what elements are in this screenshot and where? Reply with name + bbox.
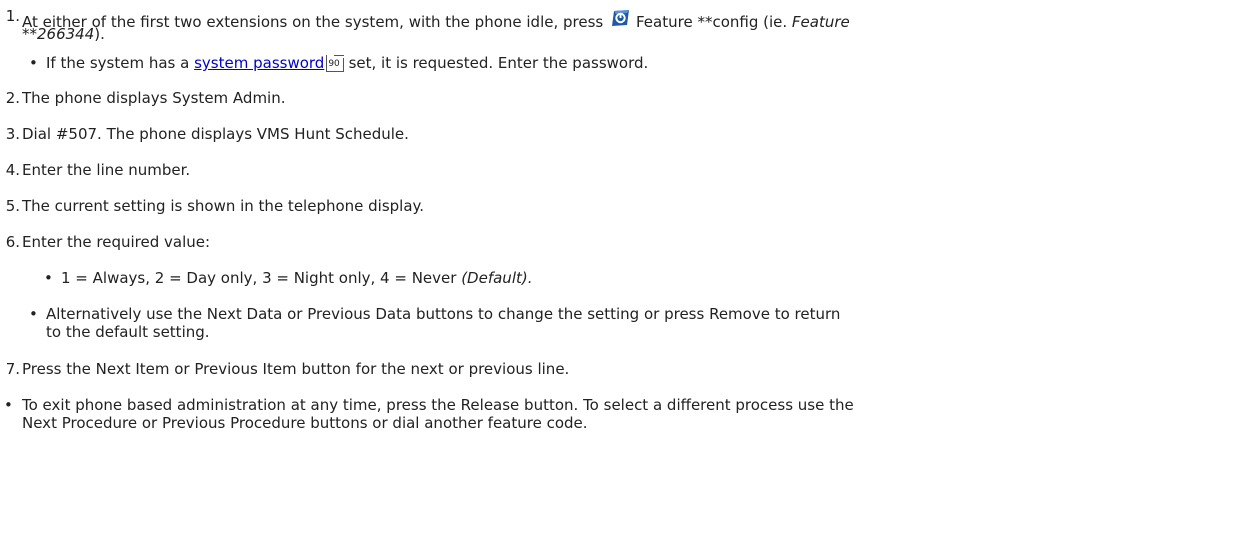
bullet: • <box>4 396 13 414</box>
system-password-link[interactable]: system password <box>194 54 324 72</box>
step-text: At either of the first two extensions on… <box>22 7 850 32</box>
step-number: 1. <box>5 7 20 25</box>
feature-button-icon <box>612 10 629 26</box>
bullet: • <box>29 305 38 323</box>
page-reference-icon[interactable]: 90 <box>326 55 345 72</box>
bullet: • <box>29 54 38 72</box>
bullet: • <box>44 269 53 287</box>
